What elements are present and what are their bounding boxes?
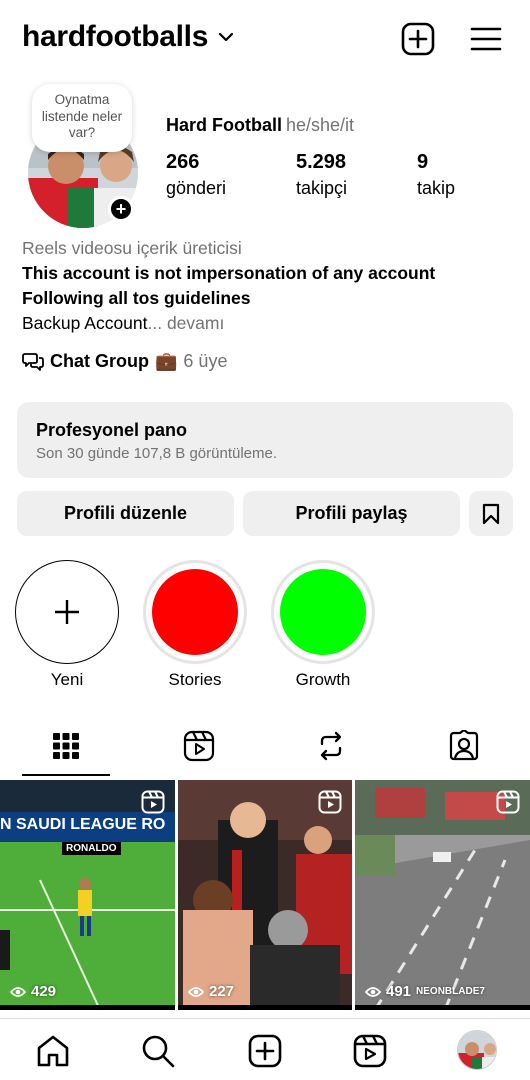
reels-badge-icon bbox=[318, 790, 342, 814]
post-thumbnail bbox=[355, 780, 530, 1010]
followers-count: 5.298 bbox=[296, 151, 347, 173]
post-overlay-text: RONALDO bbox=[62, 842, 121, 855]
edit-profile-button[interactable]: Profili düzenle bbox=[17, 491, 234, 536]
profile-tabs bbox=[0, 716, 530, 776]
post-thumbnail bbox=[178, 780, 352, 1010]
highlight-ring bbox=[143, 560, 247, 664]
profile-avatar[interactable] bbox=[457, 1030, 497, 1070]
posts-count: 266 bbox=[166, 151, 200, 173]
create-icon[interactable] bbox=[401, 22, 435, 56]
eye-icon bbox=[10, 986, 26, 997]
bio-line-2: Following all tos guidelines bbox=[22, 288, 251, 308]
post-tile[interactable]: 491 NEONBLADE7 bbox=[355, 780, 530, 1010]
post-overlay-text: NEONBLADE7 bbox=[416, 986, 485, 997]
view-count-value: 227 bbox=[209, 983, 235, 1000]
tab-tagged[interactable] bbox=[420, 716, 508, 776]
view-count: 491 NEONBLADE7 bbox=[365, 983, 485, 1000]
bio: Reels videosu içerik üreticisi This acco… bbox=[22, 236, 512, 336]
saved-button[interactable] bbox=[469, 491, 513, 536]
tab-grid[interactable] bbox=[22, 716, 110, 776]
display-name-text: Hard Football bbox=[166, 115, 282, 135]
highlight-cover bbox=[152, 569, 238, 655]
view-count-value: 429 bbox=[31, 983, 57, 1000]
stat-followers[interactable]: 5.298 takipçi bbox=[296, 150, 347, 202]
tab-reposts[interactable] bbox=[287, 716, 375, 776]
view-count: 227 bbox=[188, 983, 234, 1000]
highlight-stories[interactable]: Stories bbox=[143, 560, 247, 690]
stat-following[interactable]: 9 takip bbox=[417, 150, 455, 202]
chat-group-members: 6 üye bbox=[183, 350, 228, 371]
note-bubble[interactable]: Oynatma listende neler var? bbox=[32, 84, 132, 152]
display-name: Hard Football he/she/it bbox=[166, 115, 354, 136]
professional-dashboard[interactable]: Profesyonel pano Son 30 günde 107,8 B gö… bbox=[17, 402, 513, 478]
reels-icon[interactable] bbox=[352, 1033, 388, 1069]
highlight-cover bbox=[280, 569, 366, 655]
bio-line-3-text: Backup Account bbox=[22, 313, 148, 333]
posts-grid: N SAUDI LEAGUE RO RONALDO 429 227 491 NE… bbox=[0, 780, 530, 1010]
bottom-nav bbox=[0, 1018, 530, 1080]
view-count: 429 bbox=[10, 983, 56, 1000]
highlight-new[interactable]: Yeni bbox=[15, 560, 119, 690]
bio-line-1: This account is not impersonation of any… bbox=[22, 263, 436, 283]
username: hardfootballs bbox=[22, 20, 209, 53]
highlight-label: Stories bbox=[168, 670, 222, 689]
following-count: 9 bbox=[417, 151, 429, 173]
posts-label: gönderi bbox=[166, 178, 227, 198]
bookmark-icon bbox=[482, 503, 500, 524]
following-label: takip bbox=[417, 178, 456, 198]
avatar-image bbox=[458, 1031, 496, 1069]
followers-label: takipçi bbox=[296, 178, 348, 198]
briefcase-icon: 💼 bbox=[155, 350, 178, 371]
chat-bubbles-icon bbox=[22, 353, 44, 371]
search-icon[interactable] bbox=[140, 1033, 176, 1069]
create-icon[interactable] bbox=[247, 1033, 283, 1069]
post-tile[interactable]: 227 bbox=[178, 780, 352, 1010]
eye-icon bbox=[365, 986, 381, 997]
reels-badge-icon bbox=[141, 790, 165, 814]
post-tile[interactable]: N SAUDI LEAGUE RO RONALDO 429 bbox=[0, 780, 175, 1010]
bio-line-3: Backup Account... devamı bbox=[22, 311, 512, 336]
stat-posts[interactable]: 266 gönderi bbox=[166, 150, 226, 202]
eye-icon bbox=[188, 986, 204, 997]
home-icon[interactable] bbox=[35, 1033, 71, 1069]
highlight-label: Yeni bbox=[50, 670, 84, 689]
top-bar: hardfootballs bbox=[0, 0, 530, 80]
grid-icon bbox=[53, 733, 79, 759]
plus-icon bbox=[55, 600, 79, 624]
dashboard-subtitle: Son 30 günde 107,8 B görüntüleme. bbox=[36, 445, 278, 462]
bio-category: Reels videosu içerik üreticisi bbox=[22, 238, 242, 258]
pronouns: he/she/it bbox=[286, 115, 355, 135]
post-banner: N SAUDI LEAGUE RO bbox=[0, 816, 166, 833]
highlight-ring bbox=[271, 560, 375, 664]
menu-icon[interactable] bbox=[469, 22, 503, 56]
tab-reels[interactable] bbox=[155, 716, 243, 776]
chat-group-title: Chat Group bbox=[50, 350, 149, 371]
repost-icon bbox=[320, 731, 342, 761]
chevron-down-icon bbox=[219, 32, 234, 42]
view-count-value: 491 bbox=[386, 983, 412, 1000]
chat-group-link[interactable]: Chat Group 💼 6 üye bbox=[22, 348, 227, 374]
account-switcher[interactable]: hardfootballs bbox=[22, 20, 234, 54]
reels-badge-icon bbox=[496, 790, 520, 814]
add-story-button[interactable]: + bbox=[108, 196, 134, 222]
highlight-growth[interactable]: Growth bbox=[271, 560, 375, 690]
dashboard-title: Profesyonel pano bbox=[36, 420, 188, 440]
new-highlight-ring bbox=[15, 560, 119, 664]
share-profile-button[interactable]: Profili paylaş bbox=[243, 491, 460, 536]
post-thumbnail bbox=[0, 780, 175, 1010]
highlight-label: Growth bbox=[295, 670, 351, 689]
tagged-icon bbox=[449, 730, 479, 761]
bio-more-link[interactable]: ... devamı bbox=[148, 313, 225, 333]
reels-icon bbox=[183, 730, 215, 762]
